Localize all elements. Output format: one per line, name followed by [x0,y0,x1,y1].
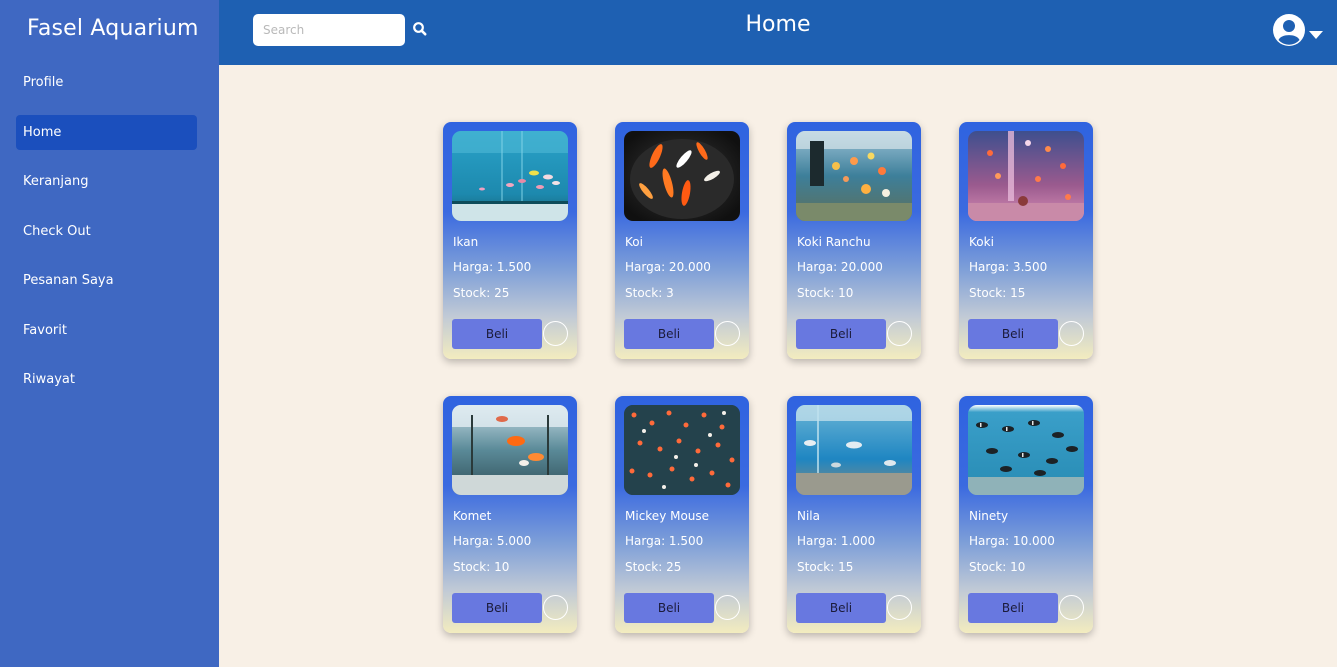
product-card: Koki Harga: 3.500 Stock: 15 Beli [959,122,1093,359]
product-image [624,405,740,495]
product-price: Harga: 3.500 [969,260,1048,274]
product-card: Koki Ranchu Harga: 20.000 Stock: 10 Beli [787,122,921,359]
product-name: Koki [969,235,994,249]
product-name: Koki Ranchu [797,235,871,249]
product-price: Harga: 1.000 [797,534,876,548]
favorite-toggle-icon[interactable] [1059,321,1084,346]
favorite-toggle-icon[interactable] [887,321,912,346]
favorite-toggle-icon[interactable] [1059,595,1084,620]
sidebar-nav: Profile Home Keranjang Check Out Pesanan… [16,65,197,412]
buy-button[interactable]: Beli [796,593,886,623]
buy-button[interactable]: Beli [968,319,1058,349]
buy-button[interactable]: Beli [452,593,542,623]
product-card: Nila Harga: 1.000 Stock: 15 Beli [787,396,921,633]
favorite-toggle-icon[interactable] [543,595,568,620]
product-price: Harga: 20.000 [625,260,711,274]
product-name: Mickey Mouse [625,509,710,523]
buy-button[interactable]: Beli [796,319,886,349]
favorite-toggle-icon[interactable] [715,321,740,346]
product-image [796,405,912,495]
product-stock: Stock: 10 [797,286,854,300]
sidebar: Fasel Aquarium Profile Home Keranjang Ch… [0,0,219,667]
product-stock: Stock: 15 [969,286,1026,300]
buy-button[interactable]: Beli [624,593,714,623]
sidebar-item-keranjang[interactable]: Keranjang [16,164,197,199]
sidebar-item-favorit[interactable]: Favorit [16,313,197,348]
product-name: Ninety [969,509,1009,523]
product-price: Harga: 10.000 [969,534,1055,548]
product-card: Ikan Harga: 1.500 Stock: 25 Beli [443,122,577,359]
product-card: Mickey Mouse Harga: 1.500 Stock: 25 Beli [615,396,749,633]
product-price: Harga: 5.000 [453,534,532,548]
sidebar-item-check-out[interactable]: Check Out [16,214,197,249]
product-stock: Stock: 3 [625,286,674,300]
favorite-toggle-icon[interactable] [715,595,740,620]
product-name: Komet [453,509,492,523]
product-name: Koi [625,235,643,249]
product-price: Harga: 1.500 [453,260,532,274]
search-icon[interactable] [412,21,428,37]
buy-button[interactable]: Beli [624,319,714,349]
product-stock: Stock: 25 [453,286,510,300]
product-image [624,131,740,221]
product-stock: Stock: 15 [797,560,854,574]
product-card: Koi Harga: 20.000 Stock: 3 Beli [615,122,749,359]
sidebar-item-profile[interactable]: Profile [16,65,197,100]
product-image [968,131,1084,221]
product-stock: Stock: 10 [969,560,1026,574]
product-card: Ninety Harga: 10.000 Stock: 10 Beli [959,396,1093,633]
product-name: Ikan [453,235,479,249]
product-card: Komet Harga: 5.000 Stock: 10 Beli [443,396,577,633]
buy-button[interactable]: Beli [968,593,1058,623]
top-bar: Home [219,0,1337,65]
sidebar-item-pesanan-saya[interactable]: Pesanan Saya [16,263,197,298]
buy-button[interactable]: Beli [452,319,542,349]
product-image [452,405,568,495]
product-stock: Stock: 10 [453,560,510,574]
product-price: Harga: 1.500 [625,534,704,548]
product-name: Nila [797,509,820,523]
product-image [452,131,568,221]
sidebar-item-riwayat[interactable]: Riwayat [16,362,197,397]
user-circle-icon [1272,13,1306,51]
search-input[interactable] [253,14,405,46]
favorite-toggle-icon[interactable] [543,321,568,346]
account-menu[interactable] [1272,13,1324,47]
caret-down-icon [1309,25,1323,44]
product-price: Harga: 20.000 [797,260,883,274]
product-image [968,405,1084,495]
product-image [796,131,912,221]
product-stock: Stock: 25 [625,560,682,574]
brand-title: Fasel Aquarium [27,16,199,41]
favorite-toggle-icon[interactable] [887,595,912,620]
sidebar-item-home[interactable]: Home [16,114,197,150]
